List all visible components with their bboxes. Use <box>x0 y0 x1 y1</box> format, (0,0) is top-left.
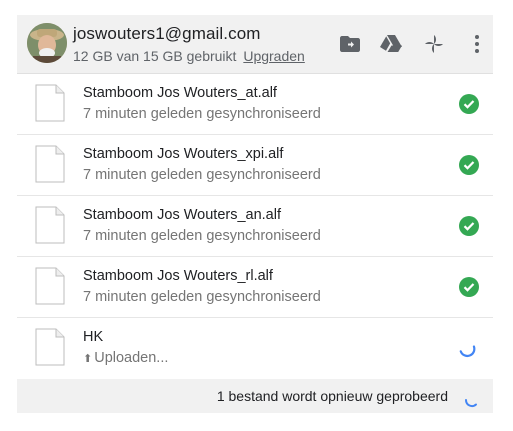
quota-text: 12 GB van 15 GB gebruikt <box>73 48 237 64</box>
file-row[interactable]: Stamboom Jos Wouters_xpi.alf 7 minuten g… <box>17 135 493 196</box>
spinner-icon <box>459 345 476 358</box>
avatar-photo <box>27 23 67 63</box>
file-icon <box>35 206 65 244</box>
file-status: 7 minuten geleden gesynchroniseerd <box>83 228 321 244</box>
account-header: joswouters1@gmail.com 12 GB van 15 GB ge… <box>17 15 493 74</box>
file-name: HK <box>83 329 104 345</box>
file-status: ⬆ Uploaden... <box>83 350 168 366</box>
check-circle-icon <box>459 277 479 297</box>
file-name: Stamboom Jos Wouters_at.alf <box>83 85 277 101</box>
file-row[interactable]: Stamboom Jos Wouters_at.alf 7 minuten ge… <box>17 74 493 135</box>
file-icon <box>35 145 65 183</box>
upgrade-link[interactable]: Upgraden <box>243 48 305 64</box>
spinner-icon <box>464 399 477 408</box>
check-circle-icon <box>459 216 479 236</box>
file-row[interactable]: Stamboom Jos Wouters_an.alf 7 minuten ge… <box>17 196 493 257</box>
file-row[interactable]: HK ⬆ Uploaden... <box>17 318 493 378</box>
check-circle-icon <box>459 155 479 175</box>
file-icon <box>35 84 65 122</box>
file-status: 7 minuten geleden gesynchroniseerd <box>83 289 321 305</box>
file-icon <box>35 267 65 305</box>
storage-quota: 12 GB van 15 GB gebruikt Upgraden <box>73 48 305 64</box>
retry-status-text: 1 bestand wordt opnieuw geprobeerd <box>216 388 448 404</box>
more-vert-icon[interactable] <box>465 32 489 56</box>
file-row[interactable]: Stamboom Jos Wouters_rl.alf 7 minuten ge… <box>17 257 493 318</box>
file-name: Stamboom Jos Wouters_xpi.alf <box>83 146 284 162</box>
file-name: Stamboom Jos Wouters_rl.alf <box>83 268 273 284</box>
folder-icon[interactable] <box>338 32 362 56</box>
sync-panel: joswouters1@gmail.com 12 GB van 15 GB ge… <box>17 15 493 413</box>
check-circle-icon <box>459 94 479 114</box>
photos-icon[interactable] <box>422 32 446 56</box>
file-name: Stamboom Jos Wouters_an.alf <box>83 207 281 223</box>
avatar[interactable] <box>27 23 67 63</box>
retry-footer: 1 bestand wordt opnieuw geprobeerd <box>17 379 493 413</box>
file-status: 7 minuten geleden gesynchroniseerd <box>83 167 321 183</box>
account-email: joswouters1@gmail.com <box>73 24 261 43</box>
file-icon <box>35 328 65 366</box>
drive-icon[interactable] <box>379 32 403 56</box>
upload-arrow-icon: ⬆ <box>83 353 93 365</box>
upload-status-text: Uploaden... <box>94 350 169 366</box>
file-status: 7 minuten geleden gesynchroniseerd <box>83 106 321 122</box>
